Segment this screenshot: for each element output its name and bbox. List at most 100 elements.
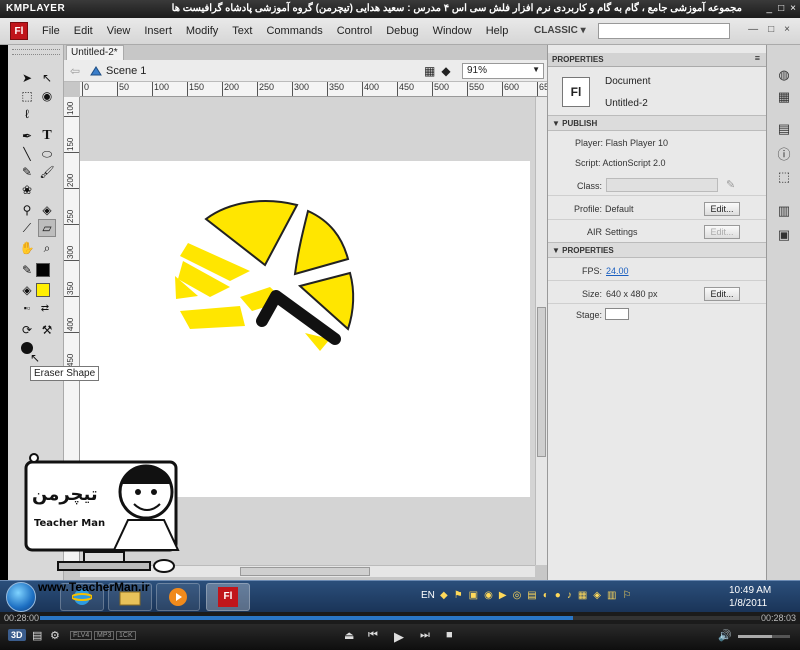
- minimize-button[interactable]: —: [748, 24, 758, 35]
- clock-date[interactable]: 1/8/2011: [729, 598, 767, 609]
- swap-colors-icon[interactable]: ⇄: [36, 299, 54, 317]
- fill-color-swatch[interactable]: [36, 283, 50, 297]
- deco-tool-icon[interactable]: ❀: [18, 181, 36, 199]
- zoom-select[interactable]: 91% ▼: [462, 63, 544, 79]
- text-tool-icon[interactable]: T: [38, 127, 56, 145]
- edit-symbols-icon[interactable]: ▦: [424, 64, 435, 78]
- info-icon[interactable]: ⓘ: [776, 145, 792, 162]
- kmp-minimize-button[interactable]: _: [767, 3, 773, 14]
- properties-tab[interactable]: PROPERTIES: [548, 53, 767, 67]
- maximize-button[interactable]: □: [768, 24, 774, 35]
- vertical-scrollbar[interactable]: [535, 97, 547, 565]
- language-indicator[interactable]: EN: [421, 590, 435, 601]
- play-icon[interactable]: ▶: [394, 629, 404, 645]
- player-label[interactable]: Player: Flash Player 10: [575, 138, 668, 148]
- edit-scene-icon[interactable]: ◆: [441, 64, 450, 78]
- scene-label[interactable]: Scene 1: [106, 65, 146, 77]
- tray-icon[interactable]: ♪: [567, 590, 572, 601]
- kmp-close-button[interactable]: ×: [790, 3, 796, 14]
- workspace-switcher[interactable]: CLASSIC ▾: [534, 25, 586, 36]
- properties-section-header[interactable]: ▼ PROPERTIES: [548, 242, 767, 258]
- yellow-segment[interactable]: [180, 306, 245, 329]
- 3d-button[interactable]: 3D: [8, 629, 26, 641]
- line-tool-icon[interactable]: ╲: [18, 145, 36, 163]
- scroll-thumb[interactable]: [537, 307, 546, 457]
- menu-view[interactable]: View: [107, 25, 131, 37]
- menu-file[interactable]: File: [42, 25, 60, 37]
- panel-menu-icon[interactable]: ≡: [755, 53, 760, 63]
- previous-icon[interactable]: ⏮: [368, 629, 378, 642]
- menu-window[interactable]: Window: [433, 25, 472, 37]
- brush-tool-icon[interactable]: 🖌: [38, 163, 56, 181]
- transform-icon[interactable]: ⬚: [776, 169, 792, 185]
- bone-tool-icon[interactable]: ⚲: [18, 201, 36, 219]
- kmplayer-logo[interactable]: KMPLAYER: [6, 3, 65, 14]
- menu-edit[interactable]: Edit: [74, 25, 93, 37]
- tray-icon[interactable]: ▦: [578, 590, 587, 601]
- align-icon[interactable]: ▤: [776, 121, 792, 137]
- script-label[interactable]: Script: ActionScript 2.0: [575, 158, 666, 168]
- scroll-thumb[interactable]: [240, 567, 370, 576]
- kmp-maximize-button[interactable]: □: [778, 3, 784, 14]
- pencil-tool-icon[interactable]: ✎: [18, 163, 36, 181]
- tray-icon[interactable]: ◐: [543, 590, 549, 601]
- pen-tool-icon[interactable]: ✒: [18, 127, 36, 145]
- size-edit-button[interactable]: Edit...: [704, 287, 740, 301]
- stroke-color-swatch[interactable]: [36, 263, 50, 277]
- settings-gear-icon[interactable]: ⚙: [50, 629, 60, 642]
- eraser-mode-icon[interactable]: ⟳: [18, 321, 36, 339]
- menu-text[interactable]: Text: [232, 25, 252, 37]
- lasso-tool-icon[interactable]: ℓ: [18, 105, 36, 123]
- close-button[interactable]: ×: [784, 24, 790, 35]
- yellow-segment[interactable]: [293, 209, 350, 276]
- volume-slider[interactable]: [738, 635, 790, 638]
- profile-edit-button[interactable]: Edit...: [704, 202, 740, 216]
- stage-color-swatch[interactable]: [605, 308, 629, 320]
- flash-taskbar-icon[interactable]: Fl: [206, 583, 250, 611]
- yellow-segment[interactable]: [204, 200, 299, 267]
- tray-icon[interactable]: ⚑: [454, 590, 463, 601]
- speaker-icon[interactable]: 🔊: [718, 629, 732, 642]
- subselection-tool-icon[interactable]: ↖: [38, 69, 56, 87]
- teacherman-url[interactable]: www.TeacherMan.ir: [38, 580, 149, 594]
- next-icon[interactable]: ⏭: [420, 629, 430, 642]
- seek-bar[interactable]: 00:28:00 00:28:03: [0, 612, 800, 624]
- menu-insert[interactable]: Insert: [144, 25, 172, 37]
- selection-tool-icon[interactable]: ➤: [18, 69, 36, 87]
- menu-commands[interactable]: Commands: [266, 25, 322, 37]
- tray-icon[interactable]: ▤: [527, 590, 536, 601]
- tray-icon[interactable]: ▣: [469, 590, 478, 601]
- pencil-icon[interactable]: ✎: [726, 178, 735, 191]
- fps-value[interactable]: 24.00: [606, 266, 629, 276]
- faucet-icon[interactable]: ⚒: [38, 321, 56, 339]
- stop-icon[interactable]: ■: [446, 629, 453, 641]
- black-white-icon[interactable]: ▪▫: [18, 299, 36, 317]
- tray-icon[interactable]: ▥: [607, 590, 616, 601]
- hand-tool-icon[interactable]: ✋: [18, 239, 36, 257]
- menu-debug[interactable]: Debug: [386, 25, 418, 37]
- tray-icon[interactable]: ◆: [440, 590, 448, 601]
- air-edit-button[interactable]: Edit...: [704, 225, 740, 239]
- playlist-icon[interactable]: ▤: [32, 629, 42, 642]
- tray-icon[interactable]: ◉: [484, 590, 493, 601]
- tray-icon[interactable]: ▶: [499, 590, 507, 601]
- swatches-icon[interactable]: ▦: [776, 89, 792, 105]
- clock-time[interactable]: 10:49 AM: [729, 585, 771, 596]
- library-icon[interactable]: ▥: [776, 203, 792, 219]
- tray-icon[interactable]: ◈: [593, 590, 601, 601]
- back-arrow-icon[interactable]: ⇦: [70, 64, 80, 78]
- 3d-rotation-tool-icon[interactable]: ◉: [38, 87, 56, 105]
- zoom-tool-icon[interactable]: ⌕: [38, 239, 56, 257]
- eyedropper-tool-icon[interactable]: ⟋: [18, 219, 36, 237]
- paint-bucket-tool-icon[interactable]: ◈: [38, 201, 56, 219]
- components-icon[interactable]: ▣: [776, 227, 792, 243]
- tray-icon[interactable]: ⚐: [622, 590, 631, 601]
- class-input[interactable]: [606, 178, 718, 192]
- free-transform-tool-icon[interactable]: ⬚: [18, 87, 36, 105]
- document-tab[interactable]: Untitled-2*: [66, 45, 124, 60]
- tray-icon[interactable]: ◎: [513, 590, 522, 601]
- eraser-tool-icon[interactable]: ▱: [38, 219, 56, 237]
- tools-grip[interactable]: [12, 49, 60, 55]
- tray-icon[interactable]: ●: [555, 590, 561, 601]
- publish-section-header[interactable]: ▼ PUBLISH: [548, 115, 767, 131]
